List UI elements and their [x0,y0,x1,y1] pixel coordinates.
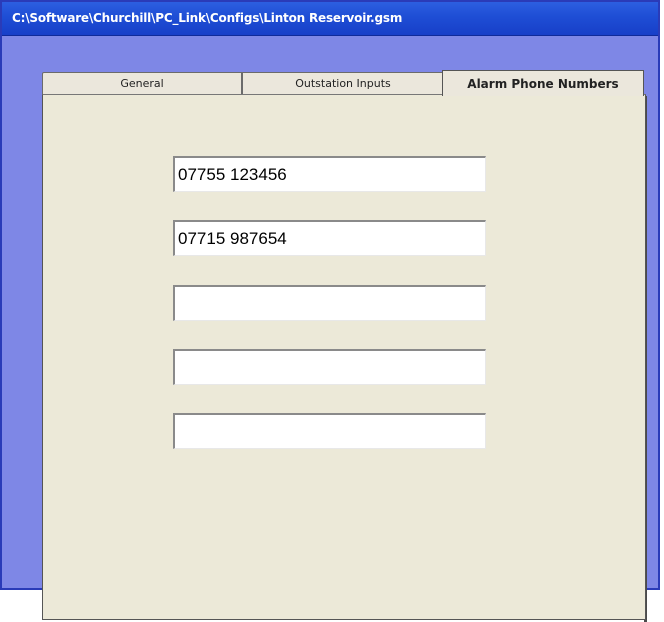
tab-alarm-phone-numbers-label: Alarm Phone Numbers [467,77,619,91]
phone-number-field-1[interactable] [173,156,486,192]
app-window: C:\Software\Churchill\PC_Link\Configs\Li… [0,0,660,622]
phone-number-field-4[interactable] [173,349,486,385]
phone-number-field-3[interactable] [173,285,486,321]
tab-general-label: General [120,77,164,90]
phone-number-field-2[interactable] [173,220,486,256]
phone-number-field-5[interactable] [173,413,486,449]
tab-outstation-inputs[interactable]: Outstation Inputs [242,72,444,94]
window-title: C:\Software\Churchill\PC_Link\Configs\Li… [12,11,403,25]
tab-general[interactable]: General [42,72,242,94]
tab-outstation-inputs-label: Outstation Inputs [295,77,391,90]
client-area: General Outstation Inputs Alarm Phone Nu… [2,36,658,622]
title-bar[interactable]: C:\Software\Churchill\PC_Link\Configs\Li… [2,2,658,36]
alarm-phone-numbers-panel [42,94,646,620]
tab-alarm-phone-numbers[interactable]: Alarm Phone Numbers [442,70,644,96]
